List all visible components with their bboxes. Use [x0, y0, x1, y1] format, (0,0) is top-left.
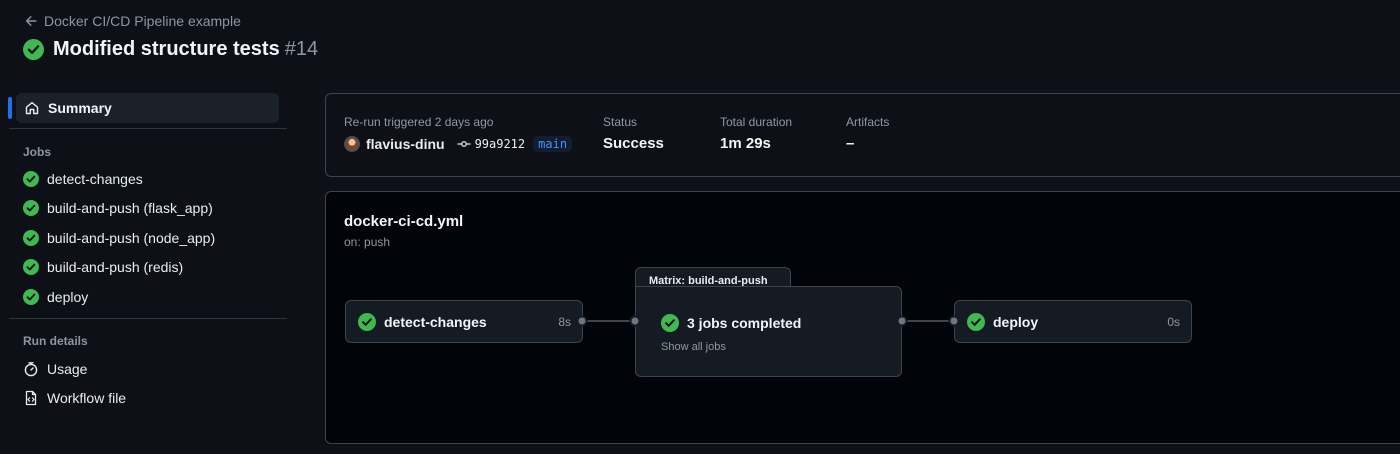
arrow-left-icon [25, 16, 37, 26]
sidebar-item-label: Usage [47, 361, 88, 377]
graph-job-detect-changes[interactable]: detect-changes 8s [345, 300, 583, 343]
jobs-heading: Jobs [23, 145, 52, 159]
commit-sha: 99a9212 [474, 137, 526, 151]
graph-job-name: detect-changes [384, 313, 487, 330]
sidebar-job-label: deploy [47, 289, 89, 305]
success-check-icon [23, 289, 39, 305]
success-check-icon [23, 230, 39, 246]
success-check-icon [967, 312, 985, 331]
sidebar-job-detect-changes[interactable]: detect-changes [23, 168, 143, 190]
page-title: Modified structure tests #14 [23, 38, 318, 61]
status-value: Success [603, 135, 664, 152]
sidebar-job-build-node[interactable]: build-and-push (node_app) [23, 227, 215, 249]
sidebar-job-build-redis[interactable]: build-and-push (redis) [23, 256, 183, 278]
sidebar-job-label: detect-changes [47, 171, 143, 187]
matrix-summary[interactable]: 3 jobs completed [661, 314, 801, 332]
active-indicator [8, 97, 12, 119]
matrix-summary-label: 3 jobs completed [687, 315, 802, 331]
sidebar-item-usage[interactable]: Usage [23, 358, 87, 380]
graph-job-duration: 0s [1167, 314, 1180, 329]
sidebar-job-label: build-and-push (node_app) [47, 230, 216, 246]
trigger-label: Re-run triggered 2 days ago [344, 115, 494, 129]
sidebar-item-label: Summary [48, 100, 112, 116]
show-all-jobs-link[interactable]: Show all jobs [661, 341, 726, 353]
duration-value: 1m 29s [720, 135, 771, 152]
trigger-info: flavius-dinu 99a9212 main [344, 136, 573, 152]
sidebar-job-deploy[interactable]: deploy [23, 286, 88, 308]
artifacts-value: – [846, 135, 855, 152]
run-details-heading: Run details [23, 334, 88, 348]
duration-label: Total duration [720, 115, 793, 129]
commit-link[interactable]: 99a9212 [457, 137, 526, 151]
sidebar-divider [9, 128, 287, 129]
run-number: #14 [284, 38, 319, 60]
sidebar-item-workflow-file[interactable]: Workflow file [23, 387, 126, 409]
success-check-icon [661, 314, 679, 332]
sidebar-item-summary[interactable]: Summary [8, 93, 279, 123]
stopwatch-icon [24, 362, 38, 377]
run-title: Modified structure tests [53, 38, 280, 60]
success-check-icon [23, 259, 39, 275]
git-commit-icon [457, 141, 471, 147]
graph-job-deploy[interactable]: deploy 0s [954, 300, 1192, 343]
back-link[interactable]: Docker CI/CD Pipeline example [24, 13, 241, 29]
back-link-label: Docker CI/CD Pipeline example [44, 13, 241, 29]
success-check-icon [23, 39, 44, 60]
success-check-icon [23, 200, 39, 216]
sidebar-job-label: build-and-push (flask_app) [47, 200, 213, 216]
avatar[interactable] [344, 136, 360, 152]
branch-badge[interactable]: main [533, 136, 573, 152]
file-code-icon [25, 390, 37, 406]
status-label: Status [603, 115, 638, 129]
graph-job-name: deploy [993, 313, 1039, 330]
actor-link[interactable]: flavius-dinu [366, 136, 445, 152]
sidebar-divider [9, 318, 287, 319]
success-check-icon [23, 171, 39, 187]
graph-job-duration: 8s [558, 314, 571, 329]
success-check-icon [358, 312, 376, 331]
home-icon [25, 101, 39, 115]
sidebar-job-build-flask[interactable]: build-and-push (flask_app) [23, 197, 213, 219]
artifacts-label: Artifacts [846, 115, 890, 129]
sidebar-item-label: Workflow file [47, 390, 127, 406]
run-summary-card: Re-run triggered 2 days ago flavius-dinu… [325, 93, 1400, 177]
graph-matrix-build-and-push: 3 jobs completed Show all jobs [635, 286, 902, 377]
sidebar-job-label: build-and-push (redis) [47, 259, 184, 275]
workflow-graph-card: docker-ci-cd.yml on: push detect-changes… [325, 191, 1400, 444]
